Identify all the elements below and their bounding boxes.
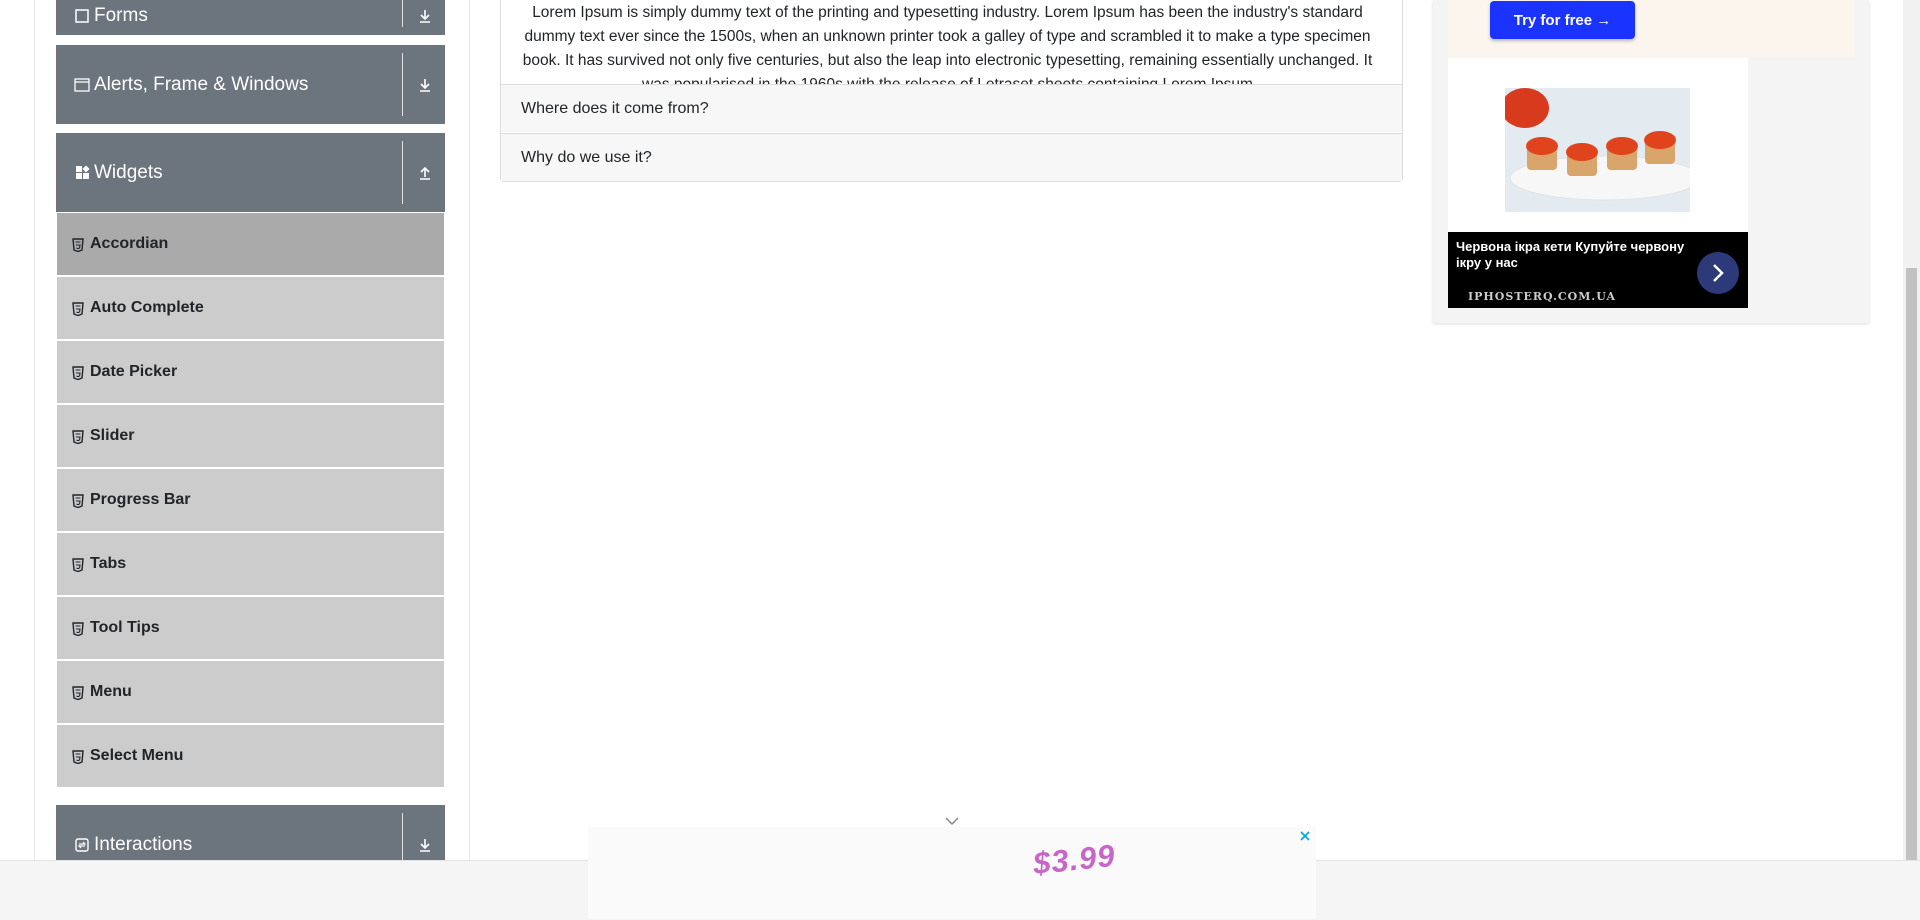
divider (402, 0, 403, 27)
interactions-icon (74, 837, 90, 853)
widgets-grid-icon (74, 165, 90, 181)
sidebar-group-label: Widgets (94, 161, 163, 183)
divider (402, 53, 403, 116)
sidebar-item[interactable]: Tool Tips (57, 597, 444, 659)
sidebar-item[interactable]: Date Picker (57, 341, 444, 403)
ad-caption[interactable]: Червона ікра кети Купуйте червону ікру у… (1448, 232, 1748, 308)
close-icon[interactable] (1296, 827, 1314, 845)
sidebar-group-label: Alerts, Frame & Windows (94, 73, 309, 95)
sidebar-item-label: Select Menu (90, 747, 184, 764)
sidebar-item[interactable]: Slider (57, 405, 444, 467)
sidebar-item-label: Date Picker (90, 363, 178, 380)
sidebar-item[interactable]: Auto Complete (57, 277, 444, 339)
sidebar-group-forms[interactable]: Forms (56, 0, 445, 35)
ad-caption-text: Червона ікра кети Купуйте червону ікру у… (1456, 239, 1685, 270)
sidebar-item-label: Progress Bar (90, 491, 191, 508)
scrollbar-thumb[interactable] (1906, 268, 1917, 860)
html5-icon (72, 749, 84, 765)
html5-icon (72, 365, 84, 381)
sidebar-item-label: Auto Complete (90, 299, 204, 316)
html5-icon (72, 429, 84, 445)
sidebar-left-border (34, 0, 35, 860)
sidebar-group-alerts[interactable]: Alerts, Frame & Windows (56, 45, 445, 124)
ad-price: $3.99 (1031, 837, 1118, 882)
divider (402, 141, 403, 204)
side-advertisement: Try for free → Червона ікра кети Купуйте… (1433, 0, 1869, 323)
sidebar-group-label: Interactions (94, 833, 193, 855)
html5-icon (72, 685, 84, 701)
sidebar-item[interactable]: Accordian (57, 213, 444, 275)
html5-icon (72, 621, 84, 637)
chevron-down-icon[interactable] (942, 813, 962, 827)
window-icon (74, 77, 90, 93)
sidebar-item-label: Slider (90, 427, 135, 444)
sidebar-right-border (469, 0, 470, 860)
ad-domain: IPHOSTERQ.COM.UA (1468, 290, 1617, 303)
sidebar-item[interactable]: Progress Bar (57, 469, 444, 531)
chevron-right-icon[interactable] (1697, 252, 1739, 294)
try-for-free-button[interactable]: Try for free → (1490, 1, 1635, 39)
sidebar-item[interactable]: Select Menu (57, 725, 444, 787)
ad-product-image (1505, 88, 1690, 212)
html5-icon (72, 493, 84, 509)
sidebar-group-widgets[interactable]: Widgets (56, 133, 445, 212)
bottom-advertisement[interactable]: $3.99 (588, 827, 1316, 919)
sidebar-item-label: Accordian (90, 235, 169, 252)
list-icon (74, 8, 90, 24)
sidebar-item-label: Tool Tips (90, 619, 160, 636)
sidebar-item[interactable]: Menu (57, 661, 444, 723)
ad-card[interactable]: Червона ікра кети Купуйте червону ікру у… (1448, 58, 1748, 308)
accordion-section-header[interactable]: Why do we use it? (501, 133, 1402, 181)
sidebar-item-label: Menu (90, 683, 132, 700)
html5-icon (72, 557, 84, 573)
download-arrow-icon[interactable] (413, 45, 437, 124)
html5-icon (72, 301, 84, 317)
sidebar-group-label: Forms (94, 4, 148, 26)
sidebar-item-label: Tabs (90, 555, 127, 572)
upload-arrow-icon[interactable] (413, 133, 437, 212)
accordion-section-body: Lorem Ipsum is simply dummy text of the … (522, 4, 1373, 85)
ad-top-banner: Try for free → (1448, 0, 1854, 57)
download-arrow-icon[interactable] (413, 0, 437, 35)
html5-icon (72, 237, 84, 253)
accordion-section-header[interactable]: Where does it come from? (501, 84, 1402, 132)
sidebar-item[interactable]: Tabs (57, 533, 444, 595)
